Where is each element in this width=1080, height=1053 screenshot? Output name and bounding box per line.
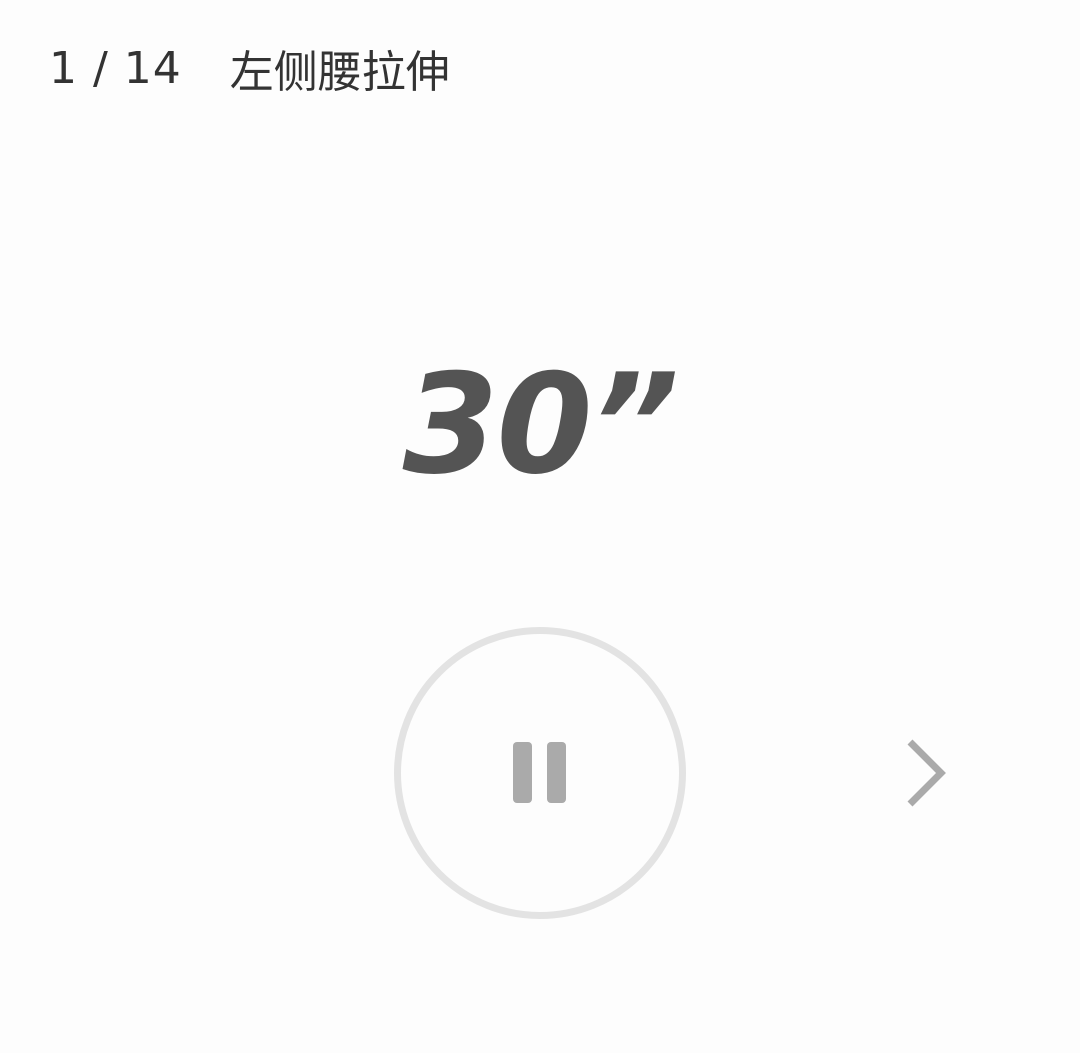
next-exercise-button[interactable] xyxy=(890,728,962,818)
chevron-right-icon xyxy=(907,739,946,807)
pause-icon xyxy=(513,742,566,803)
countdown-timer: 30” xyxy=(402,344,680,505)
exercise-title: 左侧腰拉伸 xyxy=(229,47,450,98)
pause-button[interactable] xyxy=(394,627,686,919)
exercise-counter: 1 / 14 xyxy=(49,42,182,94)
exercise-header: 1 / 14 左侧腰拉伸 xyxy=(49,40,450,99)
